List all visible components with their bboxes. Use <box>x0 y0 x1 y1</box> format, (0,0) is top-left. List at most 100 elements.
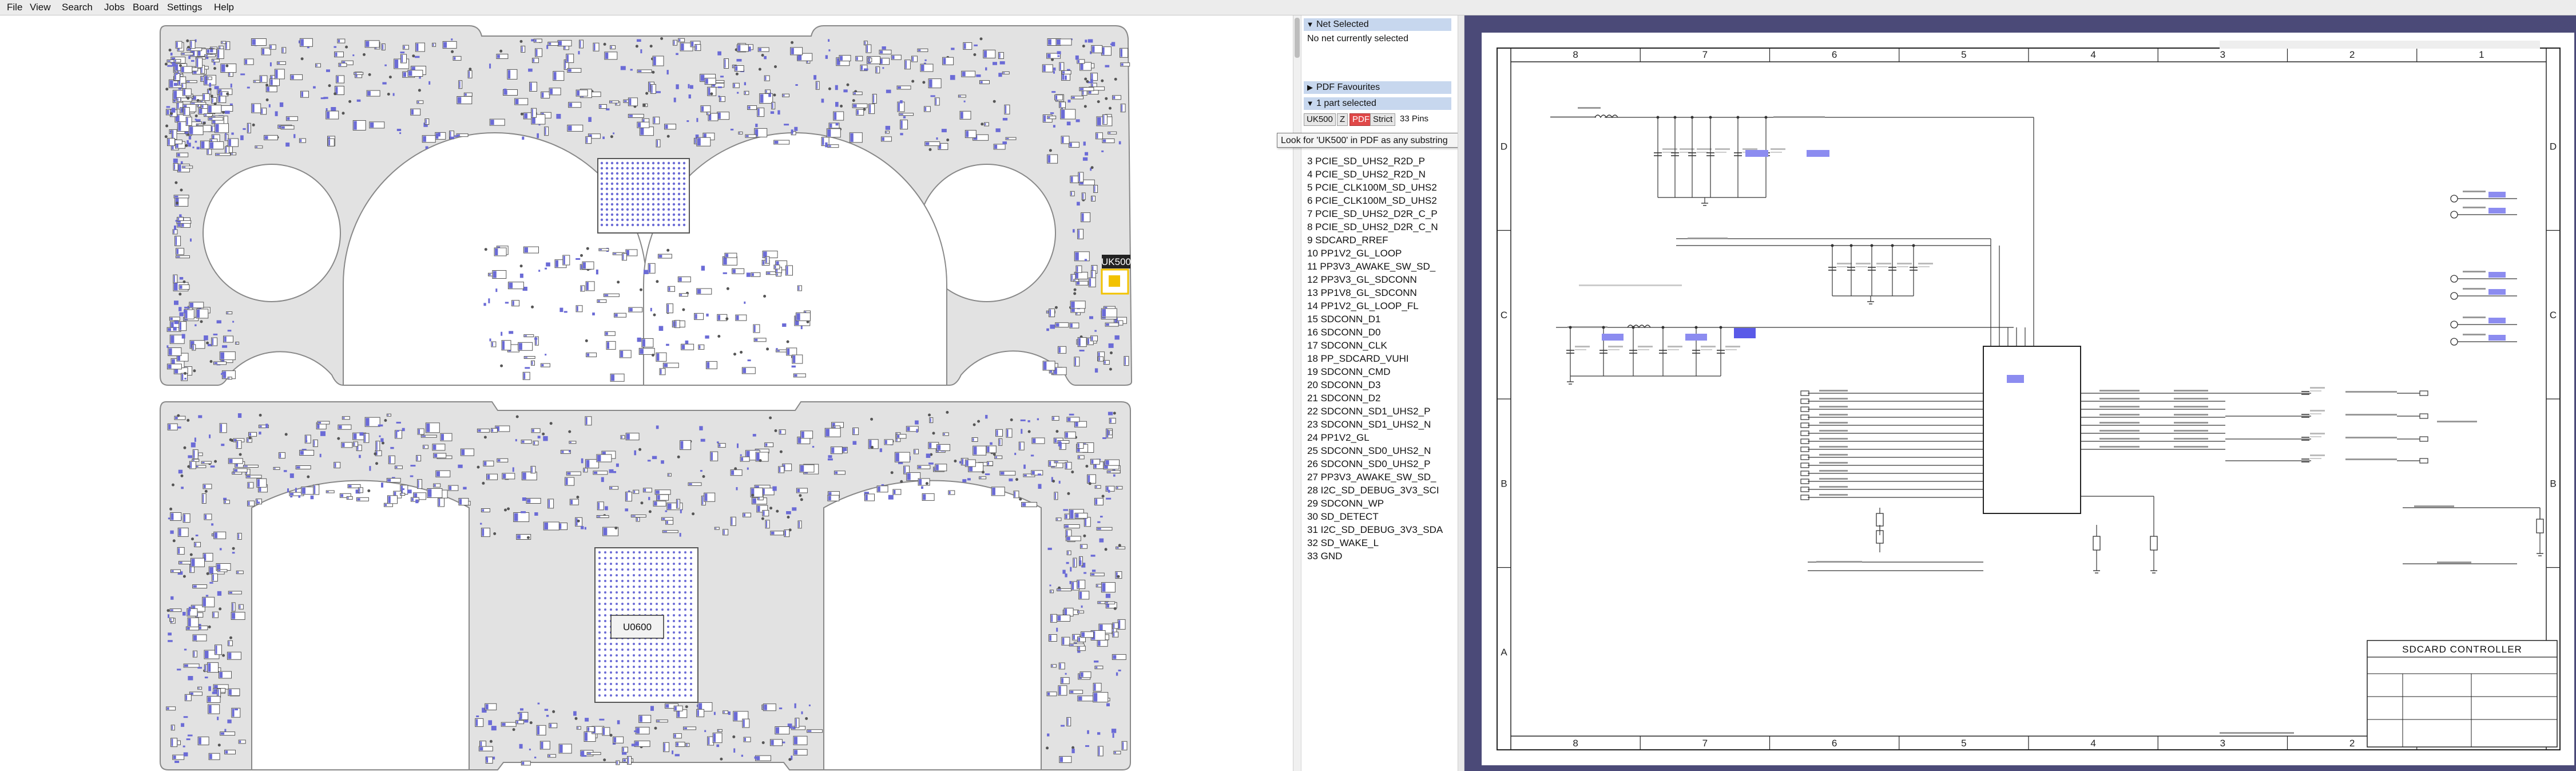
board-pad <box>395 466 398 468</box>
pin-list-item[interactable]: 22 SDCONN_SD1_UHS2_P <box>1307 405 1457 418</box>
menu-jobs[interactable]: Jobs <box>104 0 125 15</box>
part-name-button[interactable]: UK500 <box>1304 113 1336 126</box>
pin-list-item[interactable]: 18 PP_SDCARD_VUHI <box>1307 352 1457 365</box>
board-pad <box>195 140 197 143</box>
pin-list-item[interactable]: 11 PP3V3_AWAKE_SW_SD_ <box>1307 260 1457 273</box>
pin-list-item[interactable]: 19 SDCONN_CMD <box>1307 365 1457 378</box>
board-pad <box>771 531 775 535</box>
pin-list-item[interactable]: 16 SDCONN_D0 <box>1307 326 1457 339</box>
board-pad <box>519 744 523 749</box>
pin-list-item[interactable]: 33 GND <box>1307 549 1457 563</box>
pin-list-item[interactable]: 25 SDCONN_SD0_UHS2_N <box>1307 444 1457 457</box>
pin-list-item[interactable]: 12 PP3V3_GL_SDCONN <box>1307 273 1457 286</box>
bga-ball <box>610 649 612 651</box>
scrollbar-thumb[interactable] <box>1295 18 1300 58</box>
bga-ball <box>621 187 624 191</box>
pin-list-item[interactable]: 30 SD_DETECT <box>1307 510 1457 523</box>
pin-list-item[interactable]: 32 SD_WAKE_L <box>1307 536 1457 549</box>
board-via <box>489 740 493 743</box>
board-pad <box>448 486 452 491</box>
board-pad <box>174 60 176 62</box>
bga-ball <box>661 677 664 679</box>
pin-list-item[interactable]: 13 PP1V8_GL_SDCONN <box>1307 286 1457 299</box>
menu-settings[interactable]: Settings <box>167 0 202 15</box>
pdf-search-button[interactable]: PDF <box>1349 113 1372 126</box>
board-pad <box>403 46 405 49</box>
pin-list-item[interactable]: 27 PP3V3_AWAKE_SW_SD_ <box>1307 470 1457 484</box>
pin-list-item[interactable]: 4 PCIE_SD_UHS2_R2D_N <box>1307 168 1457 181</box>
pdf-favourites-header[interactable]: ▶ PDF Favourites <box>1304 81 1451 94</box>
board-pad <box>672 750 674 754</box>
pin-list-item[interactable]: 7 PCIE_SD_UHS2_D2R_C_P <box>1307 207 1457 220</box>
board-pad <box>274 468 276 469</box>
bga-ball <box>598 620 601 622</box>
bga-ball <box>604 608 606 611</box>
schematic-canvas[interactable]: 8877665544332211DDCCBBAA SDCARD CONTROLL… <box>1464 15 2576 771</box>
menu-search[interactable]: Search <box>62 0 93 15</box>
bga-ball <box>677 192 681 196</box>
board-canvas[interactable]: U0600 UK500 <box>0 15 1293 771</box>
board-pad <box>184 649 187 651</box>
board-pad <box>1097 117 1101 125</box>
board-pad <box>486 756 488 760</box>
pin-list-item[interactable]: 5 PCIE_CLK100M_SD_UHS2 <box>1307 181 1457 194</box>
bga-ball <box>644 563 646 565</box>
board-pad <box>914 450 916 453</box>
pin-list-item[interactable]: 21 SDCONN_D2 <box>1307 392 1457 405</box>
board-pad <box>656 425 659 429</box>
board-pad <box>411 109 414 115</box>
zoom-button[interactable]: Z <box>1337 113 1348 126</box>
bga-ball <box>633 671 635 674</box>
bga-ball <box>610 218 614 222</box>
net-selected-header[interactable]: ▼ Net Selected <box>1304 18 1451 31</box>
board-pad <box>1091 46 1095 53</box>
pin-list-item[interactable]: 14 PP1V2_GL_LOOP_FL <box>1307 299 1457 313</box>
pin-list-item[interactable]: 28 I2C_SD_DEBUG_3V3_SCI <box>1307 484 1457 497</box>
bga-ball <box>646 197 650 201</box>
board-pad <box>198 415 203 418</box>
board-pad <box>686 744 688 746</box>
pin-list-item[interactable]: 24 PP1V2_GL <box>1307 431 1457 444</box>
column-label: 3 <box>2220 49 2225 60</box>
bga-ball <box>627 671 629 674</box>
menu-file[interactable]: File <box>7 0 22 15</box>
board-pad <box>1071 275 1073 281</box>
menu-help[interactable]: Help <box>214 0 234 15</box>
pin-list-item[interactable]: 17 SDCONN_CLK <box>1307 339 1457 352</box>
pin-list-item[interactable]: 3 PCIE_SD_UHS2_R2D_P <box>1307 155 1457 168</box>
pin-list-item[interactable]: 26 SDCONN_SD0_UHS2_P <box>1307 457 1457 470</box>
bga-ball <box>646 172 650 175</box>
pin-list-item[interactable]: 23 SDCONN_SD1_UHS2_N <box>1307 418 1457 431</box>
part-selected-header[interactable]: ▼ 1 part selected <box>1304 97 1451 110</box>
board-pad <box>1120 49 1122 57</box>
bga-ball <box>661 683 664 685</box>
pin-list-item[interactable]: 6 PCIE_CLK100M_SD_UHS2 <box>1307 194 1457 207</box>
board-pad <box>1108 489 1110 493</box>
board-via <box>720 757 723 761</box>
strict-toggle[interactable]: Strict <box>1370 113 1396 126</box>
splitter[interactable] <box>1458 15 1464 771</box>
menu-board[interactable]: Board <box>133 0 158 15</box>
soc-chip[interactable] <box>597 158 690 234</box>
board-pad <box>182 612 186 616</box>
pin-list-item[interactable]: 31 I2C_SD_DEBUG_3V3_SDA <box>1307 523 1457 536</box>
pin-list-item[interactable]: 10 PP1V2_GL_LOOP <box>1307 247 1457 260</box>
bga-ball <box>667 218 670 222</box>
pin-list-item[interactable]: 29 SDCONN_WP <box>1307 497 1457 510</box>
board-pad <box>247 86 250 89</box>
pin-list-item[interactable]: 15 SDCONN_D1 <box>1307 313 1457 326</box>
menu-view[interactable]: View <box>30 0 51 15</box>
pin-list-item[interactable]: 9 SDCARD_RREF <box>1307 234 1457 247</box>
board-via <box>1113 412 1116 415</box>
board-pad <box>227 312 229 314</box>
board-viewer[interactable]: U0600 UK500 <box>0 15 1293 771</box>
board-via <box>374 452 377 456</box>
controller-ic[interactable] <box>1983 346 2081 514</box>
board-pad <box>1078 443 1079 448</box>
pdf-viewer[interactable]: 8877665544332211DDCCBBAA SDCARD CONTROLL… <box>1464 15 2576 771</box>
pin-list-item[interactable]: 8 PCIE_SD_UHS2_D2R_C_N <box>1307 220 1457 234</box>
pin-list-item[interactable]: 20 SDCONN_D3 <box>1307 378 1457 392</box>
board-pad <box>532 429 534 432</box>
board-scrollbar[interactable] <box>1293 15 1301 771</box>
bga-ball <box>657 213 660 216</box>
